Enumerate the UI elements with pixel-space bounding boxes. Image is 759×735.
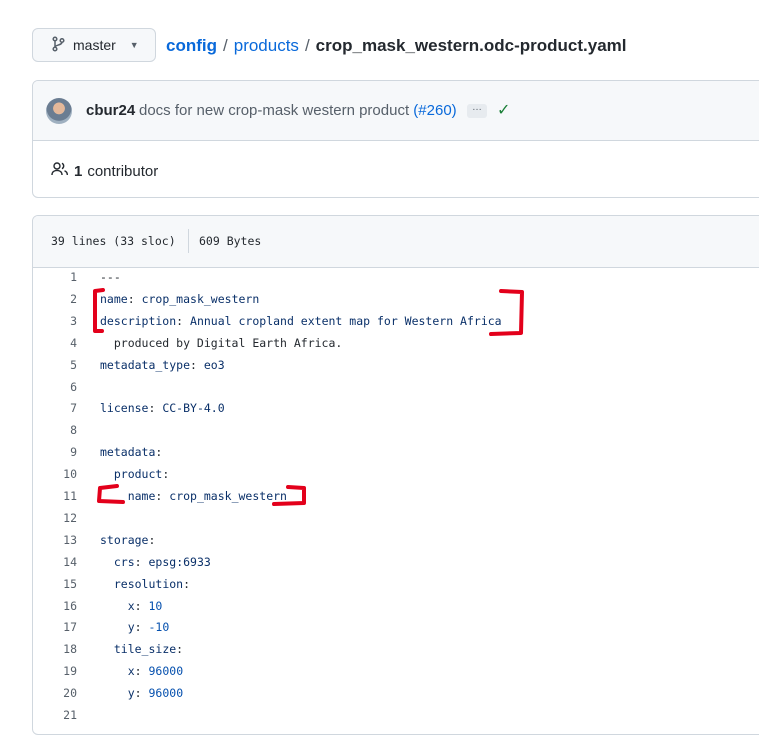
avatar[interactable] <box>46 98 72 124</box>
file-info-bar: 39 lines (33 sloc) 609 Bytes <box>33 216 759 268</box>
git-branch-icon <box>51 35 65 55</box>
code-line: 10 product: <box>33 463 759 485</box>
code-text: x: 10 <box>127 598 163 613</box>
code-line: 7 license: CC-BY-4.0 <box>33 397 759 419</box>
code-text: x: 96000 <box>127 664 184 679</box>
code-text: resolution: <box>113 576 191 591</box>
file-viewer: 39 lines (33 sloc) 609 Bytes 1 --- 2 name: … <box>32 215 759 735</box>
code-text: storage: <box>100 532 156 547</box>
code-line: 3 description: Annual cropland extent map… <box>33 310 759 332</box>
line-number[interactable]: 7 <box>33 397 77 419</box>
breadcrumb-file-name: crop_mask_western.odc-product.yaml <box>315 36 627 55</box>
code-line: 12 <box>33 507 759 529</box>
line-number[interactable]: 4 <box>33 332 77 354</box>
code-text: name: crop_mask_western <box>100 291 260 306</box>
code-line: 20 y: 96000 <box>33 682 759 704</box>
contributors-link[interactable]: 1 contributor <box>51 161 158 181</box>
line-number[interactable]: 10 <box>33 463 77 485</box>
commit-message-text[interactable]: docs for new crop-mask western product <box>139 102 409 119</box>
code-text: license: CC-BY-4.0 <box>100 401 225 416</box>
code-line: 13 storage: <box>33 529 759 551</box>
code-line: 11 name: crop_mask_western <box>33 485 759 507</box>
line-number[interactable]: 6 <box>33 376 77 398</box>
line-number[interactable]: 5 <box>33 354 77 376</box>
commit-message[interactable]: docs for new crop-mask western product (… <box>139 102 457 119</box>
code-text: y: -10 <box>127 620 170 635</box>
line-number[interactable]: 12 <box>33 507 77 529</box>
line-number[interactable]: 11 <box>33 485 77 507</box>
line-number[interactable]: 1 <box>33 266 77 288</box>
commit-header: cbur24 docs for new crop-mask western pr… <box>33 81 759 141</box>
branch-select-button[interactable]: master ▼ <box>32 28 156 62</box>
code-line: 2 name: crop_mask_western <box>33 288 759 310</box>
code-text: description: Annual cropland extent map … <box>100 313 502 328</box>
code-text: name: crop_mask_western <box>127 489 287 503</box>
line-number[interactable]: 21 <box>33 704 77 726</box>
breadcrumb-link-products[interactable]: products <box>234 36 299 55</box>
code-line: 17 y: -10 <box>33 616 759 638</box>
line-number[interactable]: 20 <box>33 682 77 704</box>
line-number[interactable]: 16 <box>33 595 77 617</box>
code-line: 5 metadata_type: eo3 <box>33 354 759 376</box>
line-number[interactable]: 19 <box>33 660 77 682</box>
code-line: 1 --- <box>33 266 759 288</box>
pull-request-link[interactable]: (#260) <box>413 102 456 119</box>
code-text: metadata: <box>100 445 163 460</box>
line-number[interactable]: 18 <box>33 638 77 660</box>
check-icon[interactable]: ✓ <box>497 100 510 120</box>
line-number[interactable]: 14 <box>33 551 77 573</box>
line-number[interactable]: 8 <box>33 419 77 441</box>
code-line: 14 crs: epsg:6933 <box>33 551 759 573</box>
line-number[interactable]: 3 <box>33 310 77 332</box>
code-text: tile_size: <box>113 642 184 657</box>
expand-commit-button[interactable]: … <box>467 103 487 118</box>
code-text: y: 96000 <box>127 686 184 701</box>
line-number[interactable]: 2 <box>33 288 77 310</box>
commit-author[interactable]: cbur24 <box>86 102 135 119</box>
code-line: 4 produced by Digital Earth Africa. <box>33 332 759 354</box>
line-number[interactable]: 9 <box>33 441 77 463</box>
line-number[interactable]: 13 <box>33 529 77 551</box>
breadcrumb-separator: / <box>223 36 228 55</box>
line-number[interactable]: 15 <box>33 573 77 595</box>
code-text: produced by Digital Earth Africa. <box>100 335 343 350</box>
file-line-count: 39 lines (33 sloc) <box>51 234 176 248</box>
contributor-label: contributor <box>87 162 159 180</box>
code-text: crs: epsg:6933 <box>113 554 211 569</box>
code-line: 6 <box>33 376 759 398</box>
code-line: 16 x: 10 <box>33 595 759 617</box>
code-line: 19 x: 96000 <box>33 660 759 682</box>
branch-name: master <box>73 37 116 53</box>
line-number[interactable]: 17 <box>33 616 77 638</box>
code-line: 15 resolution: <box>33 573 759 595</box>
contributor-count: 1 <box>74 162 83 180</box>
divider <box>188 229 189 253</box>
breadcrumb: config / products / crop_mask_western.odc-pr… <box>166 36 627 56</box>
caret-down-icon: ▼ <box>129 40 139 50</box>
code-line: 9 metadata: <box>33 441 759 463</box>
breadcrumb-link-config[interactable]: config <box>166 36 217 55</box>
breadcrumb-separator: / <box>304 36 310 55</box>
latest-commit-box: cbur24 docs for new crop-mask western pr… <box>32 80 759 198</box>
code-line: 21 <box>33 704 759 726</box>
code-line: 8 <box>33 419 759 441</box>
code-text: --- <box>100 270 121 284</box>
code-text: metadata_type: eo3 <box>100 357 225 372</box>
code-text: product: <box>113 467 170 482</box>
people-icon <box>51 161 69 181</box>
file-size: 609 Bytes <box>199 234 262 248</box>
code-line: 18 tile_size: <box>33 638 759 660</box>
